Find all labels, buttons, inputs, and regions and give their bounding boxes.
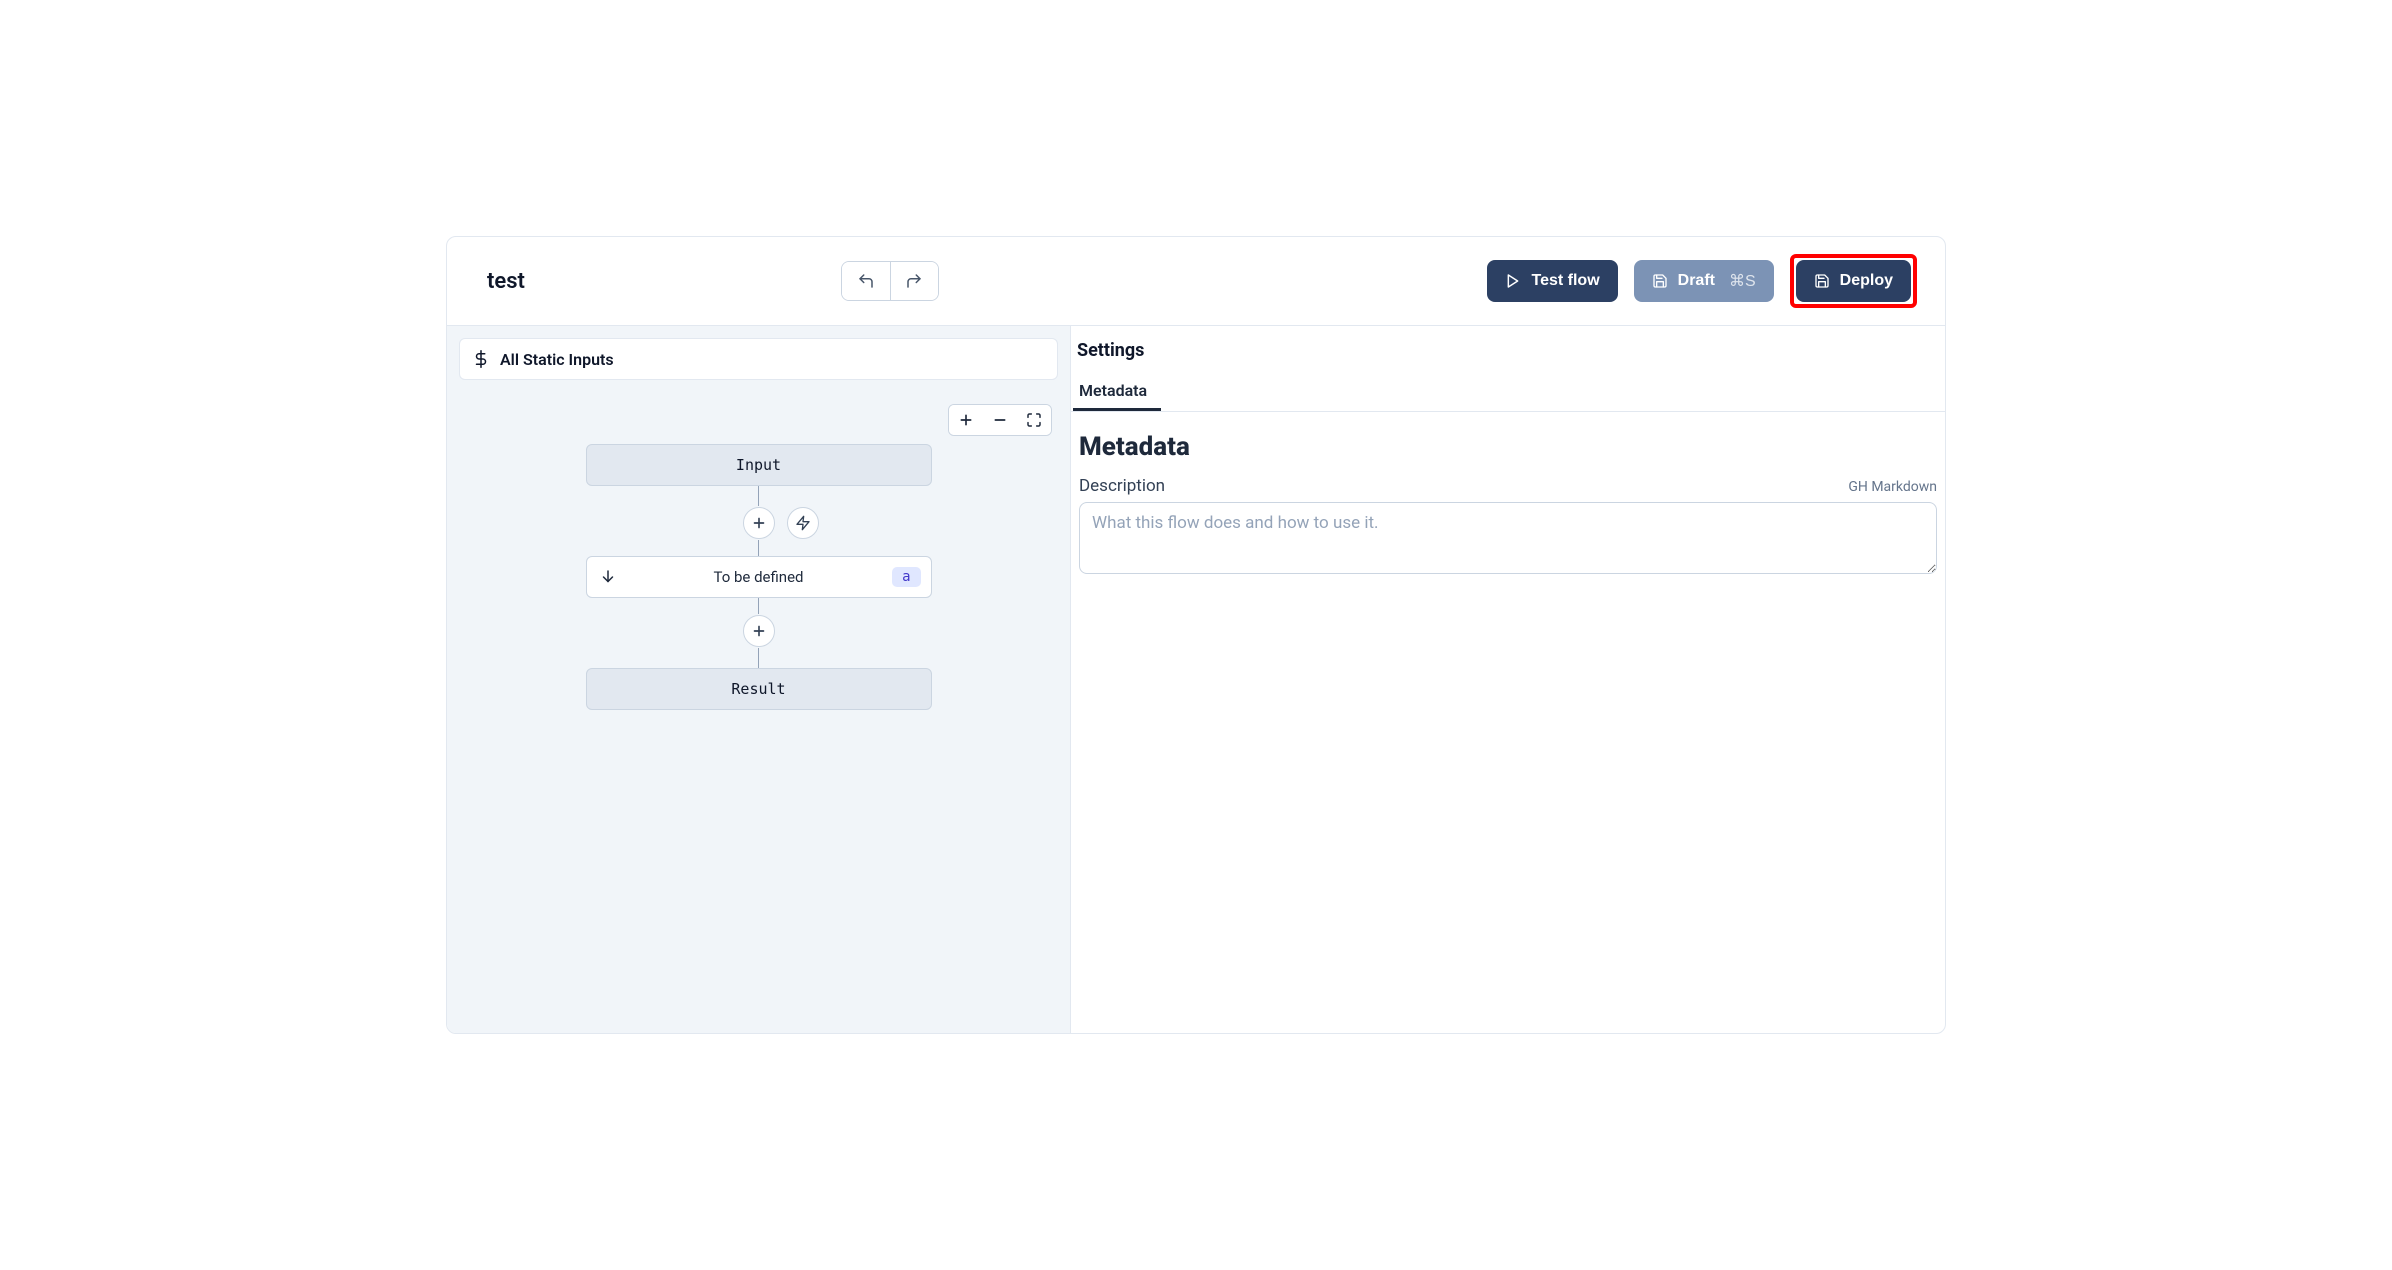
node-step[interactable]: To be defined a xyxy=(586,556,932,598)
settings-tabs: Metadata xyxy=(1071,375,1945,411)
add-row-2 xyxy=(586,614,932,648)
tab-metadata[interactable]: Metadata xyxy=(1073,375,1161,411)
arrow-down-into-icon xyxy=(599,568,617,586)
plus-icon xyxy=(958,412,974,428)
undo-icon xyxy=(857,272,875,290)
save-icon xyxy=(1814,273,1830,289)
settings-panel: Settings Metadata Metadata Description G… xyxy=(1071,325,1945,1033)
description-label-row: Description GH Markdown xyxy=(1079,476,1937,496)
minus-icon xyxy=(992,412,1008,428)
zoom-out-button[interactable] xyxy=(983,405,1017,435)
settings-title: Settings xyxy=(1071,340,1945,375)
all-static-inputs-button[interactable]: All Static Inputs xyxy=(459,338,1058,380)
draft-shortcut: ⌘S xyxy=(1729,271,1756,291)
deploy-label: Deploy xyxy=(1840,272,1893,290)
add-step-button[interactable] xyxy=(743,615,775,647)
draft-button[interactable]: Draft ⌘S xyxy=(1634,260,1774,302)
undo-button[interactable] xyxy=(842,262,890,300)
test-flow-label: Test flow xyxy=(1531,272,1599,290)
flow-canvas-panel: All Static Inputs xyxy=(447,325,1071,1033)
add-step-button[interactable] xyxy=(743,507,775,539)
connector xyxy=(758,648,759,668)
fit-view-button[interactable] xyxy=(1017,405,1051,435)
header: test Test flow Draft xyxy=(447,237,1945,325)
panel-heading: Metadata xyxy=(1079,432,1937,462)
redo-button[interactable] xyxy=(890,262,938,300)
flow-canvas[interactable]: Input xyxy=(447,394,1070,1033)
settings-body: Metadata Description GH Markdown xyxy=(1071,412,1945,578)
app-window: test Test flow Draft xyxy=(446,236,1946,1034)
node-input-label: Input xyxy=(736,456,781,474)
settings-header: Settings Metadata xyxy=(1071,326,1945,412)
deploy-button[interactable]: Deploy xyxy=(1796,260,1911,302)
test-flow-button[interactable]: Test flow xyxy=(1487,260,1617,302)
zoom-in-button[interactable] xyxy=(949,405,983,435)
add-row-1 xyxy=(586,506,932,540)
static-inputs-label: All Static Inputs xyxy=(500,350,614,369)
connector xyxy=(758,486,759,506)
node-input[interactable]: Input xyxy=(586,444,932,486)
dollar-icon xyxy=(472,350,490,368)
trigger-options-button[interactable] xyxy=(787,507,819,539)
connector xyxy=(758,598,759,614)
description-hint: GH Markdown xyxy=(1848,479,1937,495)
add-icon xyxy=(750,514,768,532)
node-step-label: To be defined xyxy=(713,568,803,586)
page-title: test xyxy=(487,269,525,294)
deploy-highlight: Deploy xyxy=(1790,254,1917,308)
tab-metadata-label: Metadata xyxy=(1079,381,1147,400)
description-textarea[interactable] xyxy=(1079,502,1937,574)
bolt-icon xyxy=(795,515,811,531)
body: All Static Inputs xyxy=(447,325,1945,1033)
add-icon xyxy=(750,622,768,640)
connector xyxy=(758,540,759,556)
fullscreen-icon xyxy=(1026,412,1042,428)
undo-redo-group xyxy=(841,261,939,301)
node-result[interactable]: Result xyxy=(586,668,932,710)
node-step-tag: a xyxy=(892,567,920,587)
save-icon xyxy=(1652,273,1668,289)
draft-label: Draft xyxy=(1678,272,1715,290)
play-icon xyxy=(1505,273,1521,289)
flow-graph: Input xyxy=(586,444,932,710)
redo-icon xyxy=(905,272,923,290)
description-label: Description xyxy=(1079,476,1165,496)
node-result-label: Result xyxy=(731,680,785,698)
zoom-controls xyxy=(948,404,1052,436)
